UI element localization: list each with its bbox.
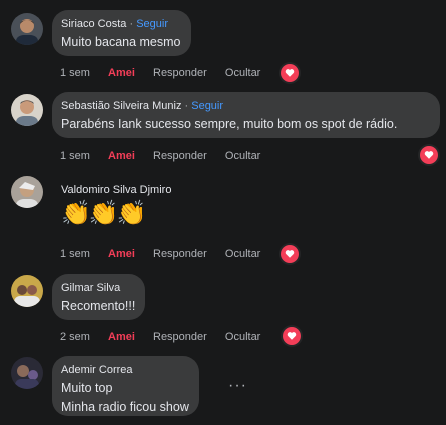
avatar[interactable] xyxy=(11,275,43,307)
follow-link[interactable]: Seguir xyxy=(191,100,223,112)
follow-link[interactable]: Seguir xyxy=(136,18,168,30)
comment-author[interactable]: Gilmar Silva xyxy=(61,281,135,295)
heart-icon[interactable] xyxy=(281,245,299,263)
hide-button[interactable]: Ocultar xyxy=(225,331,260,343)
comment-time[interactable]: 1 sem xyxy=(60,248,90,260)
comment-text: Parabéns Iank sucesso sempre, muito bom … xyxy=(61,117,398,131)
separator-dot: · xyxy=(181,100,192,112)
comment-time[interactable]: 1 sem xyxy=(60,67,90,79)
comment-author[interactable]: Ademir Correa xyxy=(61,363,189,377)
comment-bubble: Sebastião Silveira Muniz · Seguir Parabé… xyxy=(52,92,440,138)
avatar[interactable] xyxy=(11,94,43,126)
heart-icon[interactable] xyxy=(420,146,438,164)
hide-button[interactable]: Ocultar xyxy=(225,150,260,162)
comment-author[interactable]: Valdomiro Silva Djmiro xyxy=(61,183,171,197)
comment-actions: 2 sem Amei Responder Ocultar xyxy=(60,331,275,343)
comment-time[interactable]: 2 sem xyxy=(60,331,90,343)
love-reaction-button[interactable]: Amei xyxy=(108,150,135,162)
reply-button[interactable]: Responder xyxy=(153,248,207,260)
comment-author[interactable]: Siriaco Costa xyxy=(61,18,126,30)
separator-dot: · xyxy=(126,18,137,30)
more-options-icon[interactable]: ··· xyxy=(228,377,247,395)
comment-bubble: Ademir Correa Muito top Minha radio fico… xyxy=(52,356,199,416)
comment-time[interactable]: 1 sem xyxy=(60,150,90,162)
comment-bubble: Siriaco Costa · Seguir Muito bacana mesm… xyxy=(52,10,191,56)
comment-author[interactable]: Sebastião Silveira Muniz xyxy=(61,100,181,112)
love-reaction-button[interactable]: Amei xyxy=(108,248,135,260)
avatar[interactable] xyxy=(11,13,43,45)
hide-button[interactable]: Ocultar xyxy=(225,67,260,79)
hide-button[interactable]: Ocultar xyxy=(225,248,260,260)
heart-icon[interactable] xyxy=(283,327,301,345)
comment-text-line-2: Minha radio ficou show xyxy=(61,400,189,414)
avatar[interactable] xyxy=(11,176,43,208)
comment-bubble: Valdomiro Silva Djmiro 👏👏👏 xyxy=(52,176,181,236)
comment-actions: 1 sem Amei Responder Ocultar xyxy=(60,150,275,162)
love-reaction-button[interactable]: Amei xyxy=(108,67,135,79)
comment-bubble: Gilmar Silva Recomento!!! xyxy=(52,274,146,320)
heart-icon[interactable] xyxy=(281,64,299,82)
comment-actions: 1 sem Amei Responder Ocultar xyxy=(60,67,275,79)
comment-text: Muito bacana mesmo xyxy=(61,35,181,49)
comment-text-line-1: Muito top xyxy=(61,381,113,395)
comment-text: Recomento!!! xyxy=(61,299,136,313)
clapping-hands-icon: 👏👏👏 xyxy=(61,200,147,227)
love-reaction-button[interactable]: Amei xyxy=(108,331,135,343)
comment-actions: 1 sem Amei Responder Ocultar xyxy=(60,248,275,260)
reply-button[interactable]: Responder xyxy=(153,67,207,79)
reply-button[interactable]: Responder xyxy=(153,331,207,343)
reply-button[interactable]: Responder xyxy=(153,150,207,162)
avatar[interactable] xyxy=(11,357,43,389)
